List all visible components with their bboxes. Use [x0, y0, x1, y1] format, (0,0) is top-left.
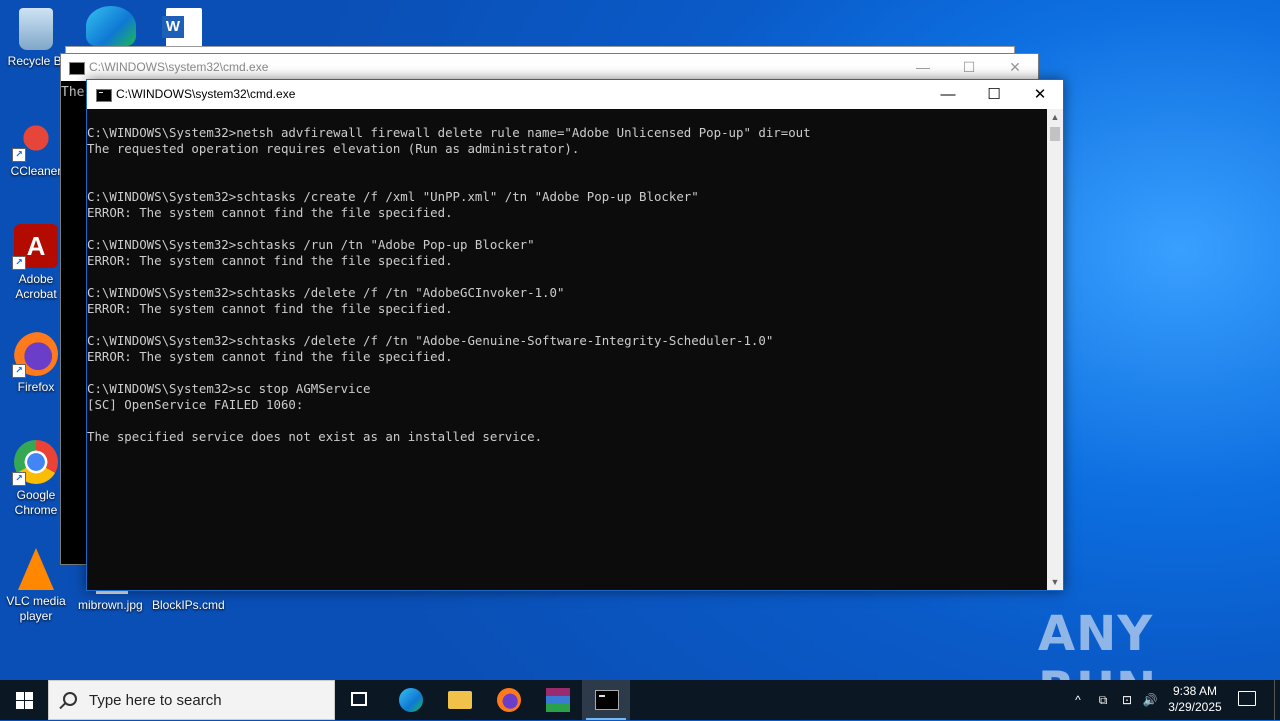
tray-meet-icon[interactable]: ⧉ [1094, 680, 1112, 720]
recycle-bin-icon [19, 8, 53, 50]
word-letter-icon: W [162, 16, 184, 38]
desktop-word-icon[interactable]: W [162, 8, 202, 48]
console-line: C:\WINDOWS\System32>sc stop AGMService [87, 381, 371, 396]
minimize-button[interactable]: — [925, 80, 971, 109]
console-line: ERROR: The system cannot find the file s… [87, 349, 453, 364]
vlc-label-line1: VLC media [6, 594, 66, 608]
shortcut-arrow-icon: ↗ [12, 148, 26, 162]
console-line: C:\WINDOWS\System32>netsh advfirewall fi… [87, 125, 811, 140]
background-close-button[interactable]: ✕ [992, 54, 1038, 81]
taskbar-search-box[interactable]: Type here to search [48, 680, 335, 720]
scroll-up-arrow-icon[interactable]: ▲ [1047, 109, 1063, 125]
taskbar-edge-icon[interactable] [399, 688, 423, 712]
maximize-button[interactable]: ☐ [971, 80, 1017, 109]
background-window-titlebar[interactable]: C:\WINDOWS\system32\cmd.exe — ☐ ✕ [61, 54, 1038, 81]
background-minimize-button[interactable]: — [900, 54, 946, 81]
desktop-edge-icon[interactable] [86, 6, 136, 46]
console-line: The requested operation requires elevati… [87, 141, 580, 156]
console-line: ERROR: The system cannot find the file s… [87, 301, 453, 316]
taskbar: Type here to search ^ ⧉ ⊡ 🔊 9:38 AM 3/29… [0, 680, 1280, 720]
taskbar-winrar-icon[interactable] [546, 688, 570, 712]
scrollbar-thumb[interactable] [1050, 127, 1060, 141]
volume-icon[interactable]: 🔊 [1140, 680, 1160, 720]
background-maximize-button[interactable]: ☐ [946, 54, 992, 81]
console-line: ERROR: The system cannot find the file s… [87, 253, 453, 268]
vlc-label-line2: player [19, 609, 53, 623]
desktop-file-mibrown[interactable]: mibrown.jpg [78, 598, 143, 612]
search-placeholder: Type here to search [89, 692, 222, 709]
background-window-title: C:\WINDOWS\system32\cmd.exe [89, 60, 269, 74]
adobe-acrobat-icon: A ↗ [12, 224, 58, 270]
clock-time: 9:38 AM [1172, 684, 1218, 698]
taskbar-firefox-icon[interactable] [497, 688, 521, 712]
cmd-window[interactable]: C:\WINDOWS\system32\cmd.exe — ☐ ✕ C:\WIN… [86, 79, 1064, 591]
clock-date: 3/29/2025 [1168, 700, 1222, 714]
start-button[interactable] [0, 680, 48, 720]
console-line: C:\WINDOWS\System32>schtasks /delete /f … [87, 333, 774, 348]
network-icon[interactable]: ⊡ [1118, 680, 1136, 720]
scroll-down-arrow-icon[interactable]: ▼ [1047, 574, 1063, 590]
tray-chevron-icon[interactable]: ^ [1070, 680, 1086, 720]
taskbar-cmd-icon [595, 690, 619, 710]
shortcut-arrow-icon: ↗ [12, 472, 26, 486]
vlc-cone-icon [18, 548, 54, 590]
cmd-icon [69, 62, 85, 75]
console-line: ERROR: The system cannot find the file s… [87, 205, 453, 220]
console-output[interactable]: C:\WINDOWS\System32>netsh advfirewall fi… [87, 109, 1047, 590]
window-title: C:\WINDOWS\system32\cmd.exe [116, 87, 296, 101]
windows-logo-icon [16, 692, 24, 700]
window-titlebar[interactable]: C:\WINDOWS\system32\cmd.exe — ☐ ✕ [87, 80, 1063, 109]
taskbar-clock[interactable]: 9:38 AM 3/29/2025 [1160, 683, 1230, 715]
vertical-scrollbar[interactable]: ▲ ▼ [1047, 109, 1063, 590]
console-line: C:\WINDOWS\System32>schtasks /create /f … [87, 189, 699, 204]
cmd-icon [96, 89, 112, 102]
chrome-icon: ↗ [12, 440, 58, 486]
ccleaner-icon: ↗ [12, 116, 58, 162]
search-icon [63, 692, 77, 706]
shortcut-arrow-icon: ↗ [12, 364, 26, 378]
console-line: C:\WINDOWS\System32>schtasks /run /tn "A… [87, 237, 535, 252]
console-line: The specified service does not exist as … [87, 429, 543, 444]
console-line: C:\WINDOWS\System32>schtasks /delete /f … [87, 285, 565, 300]
close-button[interactable]: ✕ [1017, 80, 1063, 109]
windows-logo-icon [25, 692, 33, 700]
shortcut-arrow-icon: ↗ [12, 256, 26, 270]
task-view-icon[interactable] [351, 692, 367, 706]
taskbar-file-explorer-icon[interactable] [448, 691, 472, 709]
windows-logo-icon [25, 701, 33, 709]
show-desktop-button[interactable] [1274, 680, 1275, 720]
notification-center-icon[interactable] [1238, 691, 1256, 706]
firefox-icon: ↗ [12, 332, 58, 378]
console-line: [SC] OpenService FAILED 1060: [87, 397, 304, 412]
windows-logo-icon [16, 701, 24, 709]
desktop-file-blockips[interactable]: BlockIPs.cmd [152, 598, 225, 612]
